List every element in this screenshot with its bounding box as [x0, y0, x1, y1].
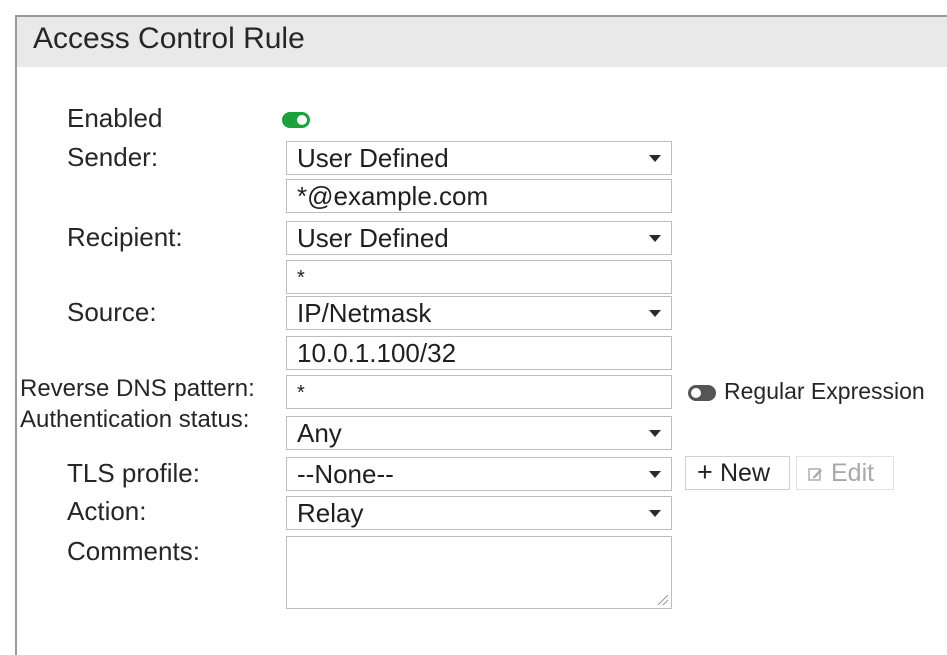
action-select[interactable]: Relay [286, 496, 672, 530]
sender-input[interactable]: *@example.com [286, 179, 672, 213]
sender-input-value: *@example.com [297, 181, 489, 211]
new-button[interactable]: + New [685, 456, 790, 490]
recipient-label: Recipient: [67, 222, 183, 252]
chevron-down-icon [649, 430, 661, 437]
source-select-value: IP/Netmask [297, 298, 432, 328]
recipient-input-value: * [297, 267, 305, 289]
source-select[interactable]: IP/Netmask [286, 296, 672, 330]
source-label: Source: [67, 297, 157, 327]
regex-label: Regular Expression [724, 378, 925, 404]
tls-profile-value: --None-- [297, 459, 394, 489]
recipient-input[interactable]: * [286, 260, 672, 294]
chevron-down-icon [649, 471, 661, 478]
sender-label: Sender: [67, 142, 159, 172]
sender-select-value: User Defined [297, 143, 449, 173]
auth-status-value: Any [297, 418, 342, 448]
edit-icon [808, 468, 822, 481]
toggle-knob [691, 388, 701, 398]
chevron-down-icon [649, 510, 661, 517]
dialog-title: Access Control Rule [33, 22, 305, 55]
source-input-value: 10.0.1.100/32 [297, 338, 457, 368]
recipient-select-value: User Defined [297, 223, 449, 253]
enabled-label: Enabled [67, 103, 163, 133]
edit-button[interactable]: Edit [796, 456, 894, 490]
recipient-select[interactable]: User Defined [286, 221, 672, 255]
chevron-down-icon [649, 155, 661, 162]
auth-status-select[interactable]: Any [286, 416, 672, 450]
chevron-down-icon [649, 235, 661, 242]
tls-profile-select[interactable]: --None-- [286, 457, 672, 491]
source-input[interactable]: 10.0.1.100/32 [286, 336, 672, 370]
new-button-label: New [720, 459, 771, 487]
sender-select[interactable]: User Defined [286, 141, 672, 175]
resize-grip-icon[interactable] [658, 595, 668, 605]
comments-label: Comments: [67, 536, 200, 566]
action-label: Action: [67, 496, 147, 526]
plus-icon: + [697, 457, 713, 487]
edit-button-label: Edit [831, 459, 875, 487]
reverse-dns-value: * [297, 382, 305, 404]
reverse-dns-input[interactable]: * [286, 375, 672, 409]
regex-toggle[interactable] [688, 385, 716, 401]
action-value: Relay [297, 498, 364, 528]
comments-textarea[interactable] [286, 536, 672, 609]
enabled-toggle[interactable] [282, 112, 310, 128]
toggle-knob [297, 115, 307, 125]
auth-status-label: Authentication status: [20, 406, 250, 433]
tls-profile-label: TLS profile: [67, 458, 200, 488]
reverse-dns-label: Reverse DNS pattern: [20, 375, 255, 402]
chevron-down-icon [649, 310, 661, 317]
